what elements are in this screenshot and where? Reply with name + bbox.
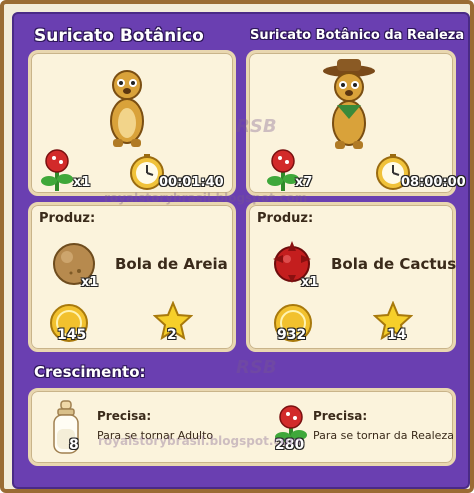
watermark-logo-2: RSB — [236, 357, 277, 378]
left-animal-card: x1 00:01:40 — [28, 50, 236, 196]
left-title: Suricato Botânico — [34, 26, 204, 46]
adult-count: 8 — [69, 437, 79, 453]
right-title: Suricato Botânico da Realeza — [250, 28, 465, 43]
watermark-logo: RSB — [236, 116, 277, 137]
right-product-name: Bola de Cactus — [331, 255, 457, 273]
right-produce-card: Produz: x1 Bola de Cactus 932 14 — [246, 202, 456, 352]
royal-meerkat-icon — [323, 59, 375, 149]
left-coins: 145 — [57, 327, 87, 343]
growth-card: 8 Precisa: Para se tornar Adulto 280 Pre… — [28, 388, 456, 466]
right-time: 08:00:00 — [401, 175, 466, 190]
left-produce-card: Produz: x1 Bola de Areia 145 2 — [28, 202, 236, 352]
left-produces-label: Produz: — [39, 211, 96, 226]
right-produces-label: Produz: — [257, 211, 314, 226]
window-frame: Suricato Botânico Suricato Botânico da R… — [0, 0, 474, 493]
meerkat-icon — [110, 70, 144, 147]
royal-description: Para se tornar da Realeza — [313, 429, 454, 442]
left-product-name: Bola de Areia — [115, 255, 228, 273]
right-product-count: x1 — [301, 275, 319, 290]
watermark-url: royalstorybrasil.blogspot.com — [104, 191, 308, 205]
right-coins: 932 — [277, 327, 307, 343]
adult-needs-label: Precisa: — [97, 409, 152, 423]
right-seed-count: x7 — [295, 175, 313, 190]
left-product-count: x1 — [81, 275, 99, 290]
growth-title: Crescimento: — [34, 363, 146, 381]
cactus-seed-icon — [41, 149, 73, 191]
left-time: 00:01:40 — [159, 175, 224, 190]
royal-needs-label: Precisa: — [313, 409, 368, 423]
watermark-url-2: royalstorybrasil.blogspot.com — [98, 434, 302, 448]
right-stars: 14 — [387, 327, 407, 343]
left-seed-count: x1 — [73, 175, 91, 190]
info-panel: Suricato Botânico Suricato Botânico da R… — [12, 12, 470, 489]
right-animal-card: x7 08:00:00 — [246, 50, 466, 196]
left-stars: 2 — [167, 327, 177, 343]
